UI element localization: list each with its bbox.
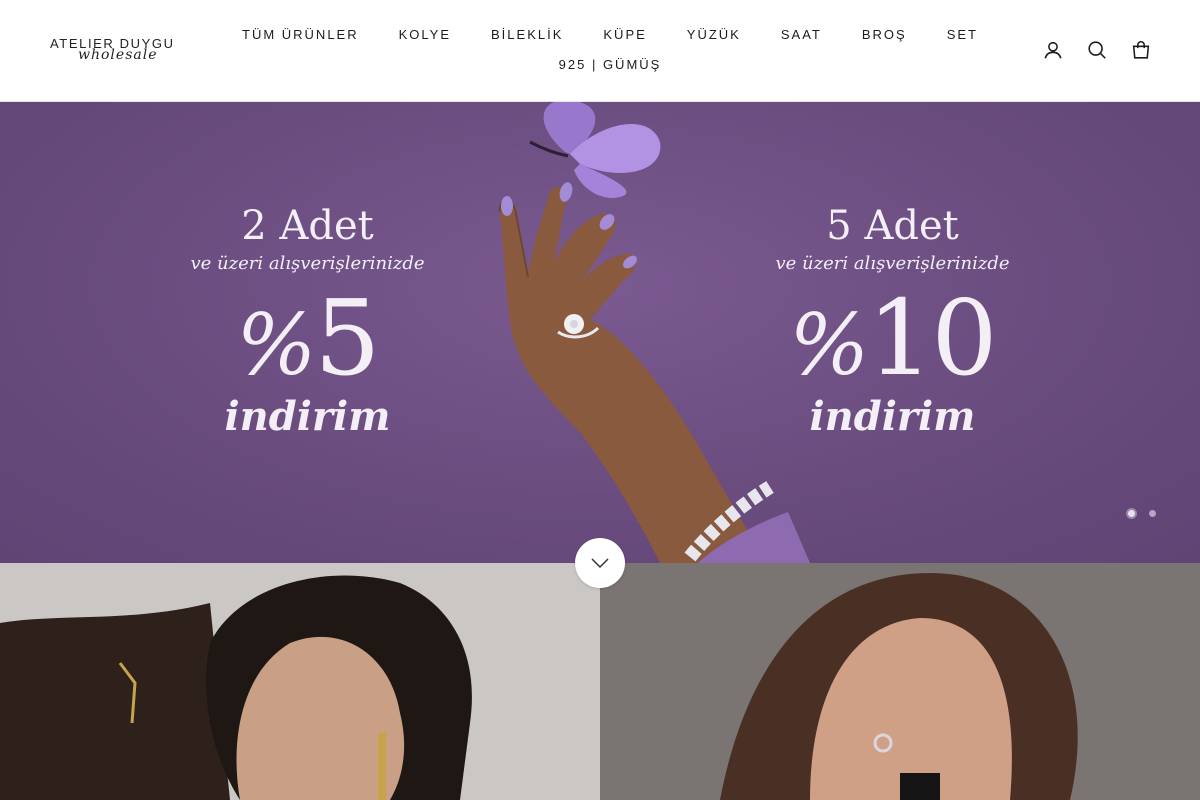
cart-icon[interactable]: [1130, 38, 1152, 62]
nav-item-silver-925[interactable]: 925 | GÜMÜŞ: [559, 57, 662, 72]
search-icon[interactable]: [1086, 38, 1108, 62]
brand-logo[interactable]: ATELIER DUYGU wholesale: [50, 36, 180, 68]
discount-value: 5: [314, 277, 380, 399]
nav-item-bracelet[interactable]: BİLEKLİK: [491, 27, 563, 42]
slider-dot-1[interactable]: [1128, 510, 1135, 517]
collection-tile-left[interactable]: [0, 563, 600, 800]
brand-tagline: wholesale: [78, 47, 158, 63]
collection-tile-right[interactable]: [600, 563, 1200, 800]
percent-sign: %: [236, 296, 317, 394]
offer-quantity: 5 Adet: [826, 203, 959, 249]
offer-5-items: 5 Adet ve üzeri alışverişlerinizde %10 i…: [765, 202, 1020, 437]
chevron-down-icon: [591, 558, 609, 569]
offer-condition: ve üzeri alışverişlerinizde: [775, 253, 1010, 274]
account-icon[interactable]: [1042, 38, 1064, 62]
nav-item-brooch[interactable]: BROŞ: [862, 27, 907, 42]
model-earring-image: [0, 563, 600, 800]
header-actions: [1042, 38, 1152, 62]
nav-item-earring[interactable]: KÜPE: [603, 27, 646, 42]
offer-quantity: 2 Adet: [241, 203, 374, 249]
nav-item-ring[interactable]: YÜZÜK: [687, 27, 741, 42]
nav-item-watch[interactable]: SAAT: [781, 27, 822, 42]
offer-word: indirim: [224, 393, 391, 440]
slider-dots: [1128, 510, 1156, 517]
nav-item-set[interactable]: SET: [947, 27, 978, 42]
discount-value: 10: [867, 277, 997, 399]
offer-condition: ve üzeri alışverişlerinizde: [190, 253, 425, 274]
percent-sign: %: [789, 296, 869, 394]
model-portrait-image: [600, 563, 1200, 800]
nav-item-necklace[interactable]: KOLYE: [399, 27, 451, 42]
site-header: ATELIER DUYGU wholesale TÜM ÜRÜNLER KOLY…: [0, 0, 1200, 102]
nav-row-primary: TÜM ÜRÜNLER KOLYE BİLEKLİK KÜPE YÜZÜK SA…: [210, 27, 1010, 42]
offer-2-items: 2 Adet ve üzeri alışverişlerinizde %5 in…: [180, 202, 435, 437]
slider-dot-2[interactable]: [1149, 510, 1156, 517]
scroll-down-button[interactable]: [575, 538, 625, 588]
offer-discount: %5: [180, 282, 435, 401]
hero-banner[interactable]: 2 Adet ve üzeri alışverişlerinizde %5 in…: [0, 102, 1200, 563]
offer-discount: %10: [765, 282, 1020, 401]
nav-item-all-products[interactable]: TÜM ÜRÜNLER: [242, 27, 359, 42]
offer-word: indirim: [809, 393, 976, 440]
nav-row-secondary: 925 | GÜMÜŞ: [210, 57, 1010, 72]
main-nav: TÜM ÜRÜNLER KOLYE BİLEKLİK KÜPE YÜZÜK SA…: [210, 20, 1010, 82]
